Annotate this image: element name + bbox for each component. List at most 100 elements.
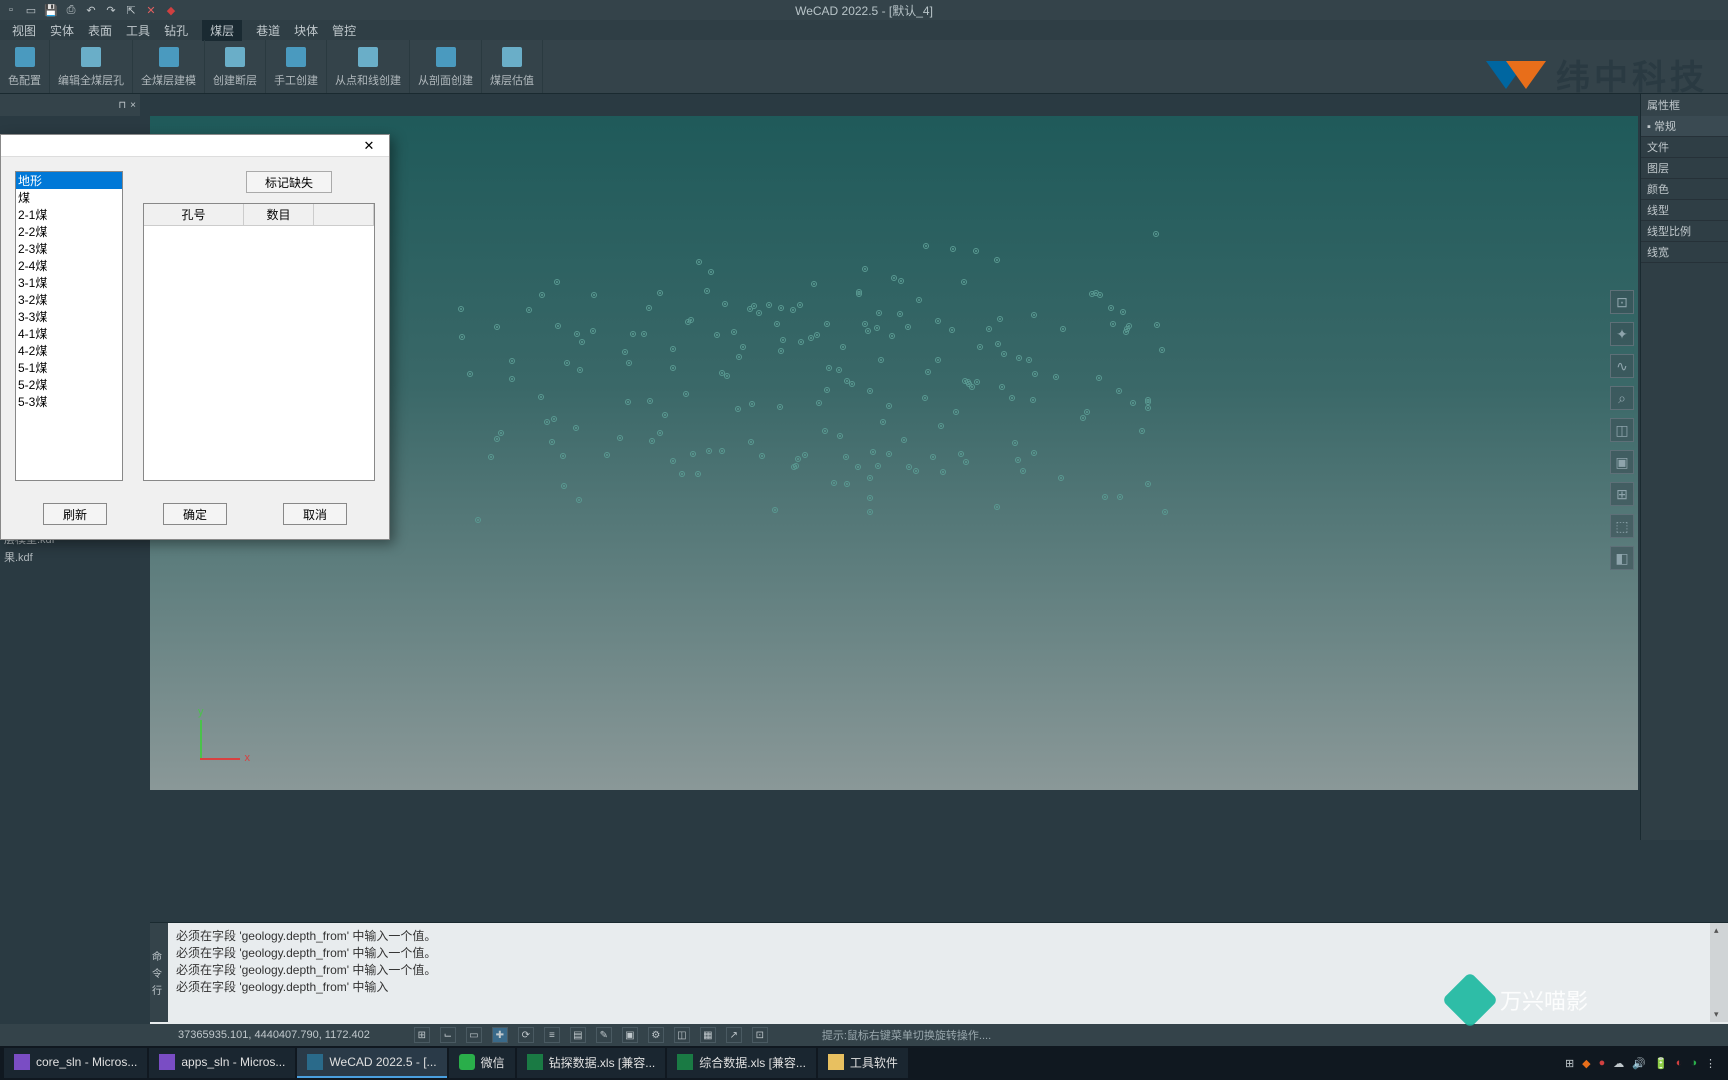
qat-app-icon[interactable]: ◆ <box>164 3 178 17</box>
view-tool-pan-icon[interactable]: ∿ <box>1610 354 1634 378</box>
ribbon-estimate[interactable]: 煤层估值 <box>482 40 543 93</box>
console-scrollbar[interactable] <box>1710 923 1728 1022</box>
menu-entity[interactable]: 实体 <box>50 22 74 39</box>
taskbar-app-wecad[interactable]: WeCAD 2022.5 - [... <box>297 1048 446 1078</box>
seam-list[interactable]: 地形 煤 2-1煤 2-2煤 2-3煤 2-4煤 3-1煤 3-2煤 3-3煤 … <box>15 171 123 481</box>
qat-new-icon[interactable]: ▫ <box>4 3 18 17</box>
qat-open-icon[interactable]: ▭ <box>24 3 38 17</box>
qat-print-icon[interactable]: ⎙ <box>64 3 78 17</box>
cancel-button[interactable]: 取消 <box>283 503 347 525</box>
taskbar-app-excel-1[interactable]: 钻探数据.xls [兼容... <box>517 1048 666 1078</box>
ribbon-from-section[interactable]: 从剖面创建 <box>410 40 482 93</box>
status-toggle-gear-icon[interactable]: ⚙ <box>648 1027 664 1043</box>
list-item[interactable]: 5-3煤 <box>16 393 122 410</box>
taskbar-app-core-sln[interactable]: core_sln - Micros... <box>4 1048 147 1078</box>
menu-roadway[interactable]: 巷道 <box>256 22 280 39</box>
col-count[interactable]: 数目 <box>244 204 314 225</box>
status-toggle-ducs-icon[interactable]: ▤ <box>570 1027 586 1043</box>
menu-control[interactable]: 管控 <box>332 22 356 39</box>
qat-save-icon[interactable]: 💾 <box>44 3 58 17</box>
tray-icon[interactable]: ◐ <box>1676 1057 1683 1069</box>
ribbon-manual[interactable]: 手工创建 <box>266 40 327 93</box>
menu-block[interactable]: 块体 <box>294 22 318 39</box>
list-item[interactable]: 3-3煤 <box>16 308 122 325</box>
list-item[interactable]: 5-2煤 <box>16 376 122 393</box>
prop-lineweight[interactable]: 线宽 <box>1641 242 1728 263</box>
status-toggle-max-icon[interactable]: ⊡ <box>752 1027 768 1043</box>
tray-icon[interactable]: ☁ <box>1613 1057 1624 1070</box>
status-toggle-snap-icon[interactable]: ⌙ <box>440 1027 456 1043</box>
taskbar-app-apps-sln[interactable]: apps_sln - Micros... <box>149 1048 295 1078</box>
qat-export-icon[interactable]: ⇱ <box>124 3 138 17</box>
tray-battery-icon[interactable]: 🔋 <box>1654 1057 1668 1070</box>
ribbon-edit-holes[interactable]: 编辑全煤层孔 <box>50 40 133 93</box>
ok-button[interactable]: 确定 <box>163 503 227 525</box>
prop-ltscale[interactable]: 线型比例 <box>1641 221 1728 242</box>
tray-more-icon[interactable]: ⋮ <box>1705 1057 1716 1070</box>
ribbon-model-all[interactable]: 全煤层建模 <box>133 40 205 93</box>
view-tool-split-icon[interactable]: ◧ <box>1610 546 1634 570</box>
tray-icon[interactable]: ◑ <box>1690 1057 1697 1069</box>
status-toggle-grid-icon[interactable]: ⊞ <box>414 1027 430 1043</box>
prop-file[interactable]: 文件 <box>1641 137 1728 158</box>
list-item[interactable]: 地形 <box>16 172 122 189</box>
ribbon-color-config[interactable]: 色配置 <box>0 40 50 93</box>
qat-undo-icon[interactable]: ↶ <box>84 3 98 17</box>
col-hole[interactable]: 孔号 <box>144 204 244 225</box>
tray-icon[interactable]: ◆ <box>1582 1057 1590 1070</box>
taskbar-app-wechat[interactable]: 微信 <box>449 1048 515 1078</box>
list-item[interactable]: 4-1煤 <box>16 325 122 342</box>
dialog-close-button[interactable]: ✕ <box>355 137 383 155</box>
view-tool-box-icon[interactable]: ⬚ <box>1610 514 1634 538</box>
hole-table[interactable]: 孔号 数目 <box>143 203 375 481</box>
list-item[interactable]: 4-2煤 <box>16 342 122 359</box>
status-toggle-osnap-icon[interactable]: ⟳ <box>518 1027 534 1043</box>
menu-drill[interactable]: 钻孔 <box>164 22 188 39</box>
console-tabs[interactable]: 命令行 <box>150 923 168 1022</box>
status-toggle-arrow-icon[interactable]: ↗ <box>726 1027 742 1043</box>
view-tool-home-icon[interactable]: ⊡ <box>1610 290 1634 314</box>
col-empty[interactable] <box>314 204 374 225</box>
panel-close-icon[interactable]: × <box>130 100 136 111</box>
list-item[interactable]: 3-2煤 <box>16 291 122 308</box>
ribbon-from-points[interactable]: 从点和线创建 <box>327 40 410 93</box>
list-item[interactable]: 2-3煤 <box>16 240 122 257</box>
view-tool-grid-icon[interactable]: ⊞ <box>1610 482 1634 506</box>
menu-view[interactable]: 视图 <box>12 22 36 39</box>
view-tool-orbit-icon[interactable]: ✦ <box>1610 322 1634 346</box>
list-item[interactable]: 5-1煤 <box>16 359 122 376</box>
list-item[interactable]: 煤 <box>16 189 122 206</box>
list-item[interactable]: 2-1煤 <box>16 206 122 223</box>
tray-volume-icon[interactable]: 🔊 <box>1632 1057 1646 1070</box>
prop-layer[interactable]: 图层 <box>1641 158 1728 179</box>
status-toggle-track-icon[interactable]: ≡ <box>544 1027 560 1043</box>
dialog-titlebar[interactable]: ✕ <box>1 135 389 157</box>
ribbon-fault[interactable]: 创建断层 <box>205 40 266 93</box>
mark-missing-button[interactable]: 标记缺失 <box>246 171 332 193</box>
menu-surface[interactable]: 表面 <box>88 22 112 39</box>
view-tool-zoom-icon[interactable]: ⌕ <box>1610 386 1634 410</box>
qat-redo-icon[interactable]: ↷ <box>104 3 118 17</box>
prop-linetype[interactable]: 线型 <box>1641 200 1728 221</box>
tray-icon[interactable]: ● <box>1599 1057 1606 1069</box>
taskbar-app-folder[interactable]: 工具软件 <box>818 1048 908 1078</box>
refresh-button[interactable]: 刷新 <box>43 503 107 525</box>
qat-close-icon[interactable]: ✕ <box>144 3 158 17</box>
tree-item[interactable]: 果.kdf <box>0 548 120 566</box>
prop-color[interactable]: 颜色 <box>1641 179 1728 200</box>
pin-icon[interactable]: ⊓ <box>118 100 126 111</box>
status-toggle-sc-icon[interactable]: ▦ <box>700 1027 716 1043</box>
menu-tools[interactable]: 工具 <box>126 22 150 39</box>
properties-group[interactable]: ▪ 常规 <box>1641 116 1728 137</box>
status-toggle-qp-icon[interactable]: ◫ <box>674 1027 690 1043</box>
view-tool-window-icon[interactable]: ◫ <box>1610 418 1634 442</box>
status-toggle-dyn-icon[interactable]: ✎ <box>596 1027 612 1043</box>
menu-seam[interactable]: 煤层 <box>202 20 242 41</box>
list-item[interactable]: 3-1煤 <box>16 274 122 291</box>
tray-icon[interactable]: ⊞ <box>1565 1057 1574 1070</box>
taskbar-app-excel-2[interactable]: 综合数据.xls [兼容... <box>667 1048 816 1078</box>
status-toggle-polar-icon[interactable]: ✚ <box>492 1027 508 1043</box>
list-item[interactable]: 2-2煤 <box>16 223 122 240</box>
status-toggle-lw-icon[interactable]: ▣ <box>622 1027 638 1043</box>
list-item[interactable]: 2-4煤 <box>16 257 122 274</box>
